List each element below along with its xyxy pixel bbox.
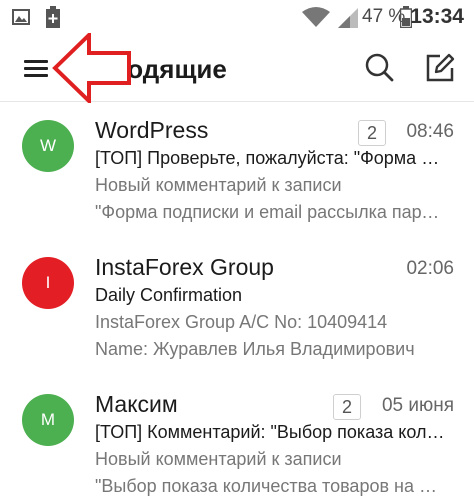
email-time: 05 июня — [381, 395, 454, 416]
email-snippet: InstaForex Group A/C No: 10409414 — [95, 312, 388, 332]
email-item[interactable]: I InstaForex Group 02:06 Daily Confirmat… — [0, 240, 474, 372]
search-button[interactable] — [360, 48, 400, 88]
email-item[interactable]: W WordPress 2 08:46 [ТОП] Проверьте, пож… — [0, 103, 474, 235]
thread-count-badge: 2 — [358, 120, 386, 146]
menu-icon-line — [24, 74, 48, 77]
avatar: M — [22, 394, 74, 446]
sender-name: InstaForex Group — [95, 254, 274, 280]
menu-button[interactable] — [18, 54, 54, 82]
avatar: I — [22, 257, 74, 309]
signal-icon — [338, 8, 358, 28]
compose-icon — [426, 53, 455, 82]
email-snippet: Name: Журавлев Илья Владимирович — [95, 339, 415, 359]
page-title: Входящие — [95, 54, 227, 84]
email-subject: Daily Confirmation — [95, 285, 243, 305]
thread-count-badge: 2 — [333, 394, 361, 420]
app-bar: Входящие — [0, 34, 474, 102]
email-snippet: Новый комментарий к записи — [95, 449, 342, 469]
status-bar: 47 % 13:34 — [0, 0, 474, 34]
email-time: 02:06 — [406, 258, 454, 279]
wifi-icon — [302, 7, 330, 27]
email-snippet: "Выбор показа количества товаров на стра… — [95, 476, 445, 496]
sender-name: WordPress — [95, 117, 209, 143]
avatar: W — [22, 120, 74, 172]
clock: 13:34 — [410, 5, 464, 28]
battery-saver-icon — [46, 6, 60, 28]
email-subject: [ТОП] Проверьте, пожалуйста: "Форма подп… — [95, 148, 445, 168]
image-icon — [12, 9, 30, 25]
email-snippet: "Форма подписки и email рассылка партнер… — [95, 202, 445, 222]
email-snippet: Новый комментарий к записи — [95, 175, 342, 195]
sender-name: Максим — [95, 391, 178, 417]
email-item[interactable]: M Максим 2 05 июня [ТОП] Комментарий: "В… — [0, 377, 474, 504]
search-icon — [365, 53, 394, 82]
email-subject: [ТОП] Комментарий: "Выбор показа количес… — [95, 422, 445, 442]
menu-icon-line — [24, 67, 48, 70]
compose-button[interactable] — [420, 48, 460, 88]
email-time: 08:46 — [406, 121, 454, 142]
battery-percent: 47 % — [362, 6, 406, 27]
menu-icon-line — [24, 60, 48, 63]
